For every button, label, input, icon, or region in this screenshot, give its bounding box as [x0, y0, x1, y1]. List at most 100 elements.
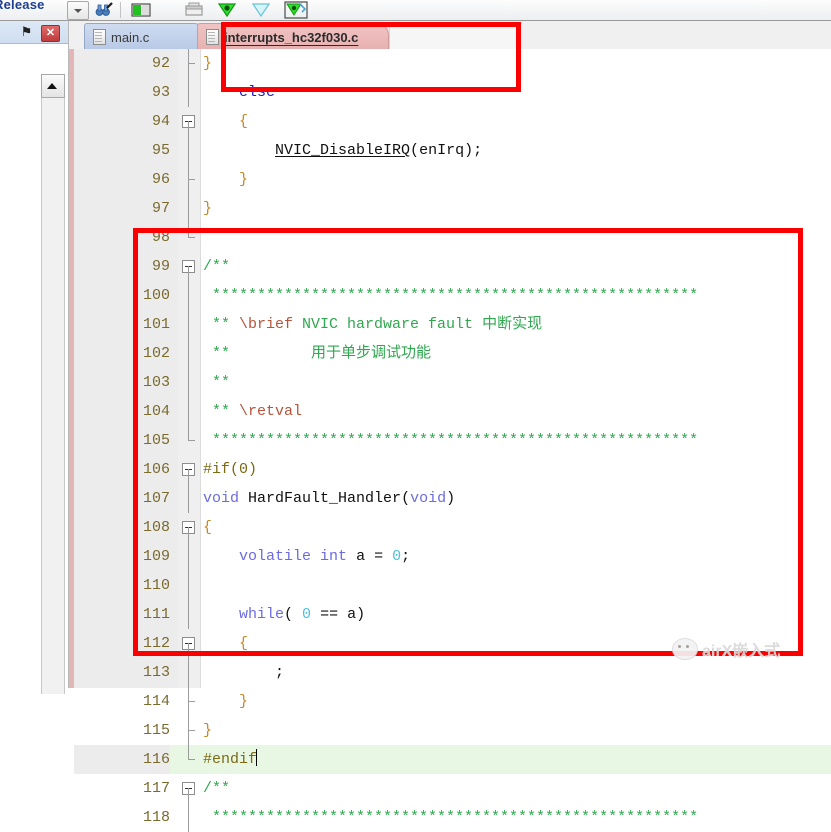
- file-icon: [206, 29, 219, 45]
- file-icon: [93, 29, 106, 45]
- code-line[interactable]: 103 **: [74, 368, 831, 397]
- tab-main-c[interactable]: main.c: [84, 23, 206, 50]
- line-number: 105: [142, 432, 170, 449]
- line-number: 102: [142, 345, 170, 362]
- line-number: 103: [142, 374, 170, 391]
- code-line[interactable]: 95 NVIC_DisableIRQ(enIrq);: [74, 136, 831, 165]
- fold-tree-line: [188, 136, 189, 165]
- code-text: ****************************************…: [203, 287, 699, 304]
- fold-tree-line: [188, 121, 189, 136]
- code-line[interactable]: 104 ** \retval: [74, 397, 831, 426]
- code-text: ****************************************…: [203, 432, 699, 449]
- configure-target-button[interactable]: [216, 1, 238, 19]
- toolbar: Release: [0, 0, 831, 21]
- fold-tree-line: [188, 803, 189, 832]
- code-text: volatile int a = 0;: [239, 548, 411, 565]
- fold-tree-tick: [188, 730, 195, 731]
- tab-strip-background: [517, 23, 831, 49]
- code-line[interactable]: 113 ;: [74, 658, 831, 687]
- code-line[interactable]: 114 }: [74, 687, 831, 716]
- code-text: {: [239, 113, 249, 130]
- target-options-dropdown[interactable]: [67, 1, 89, 20]
- code-text: }: [203, 722, 213, 739]
- code-editor[interactable]: 92} 93 else 94 {95 NVIC_DisableIRQ(enIrq);…: [69, 49, 831, 832]
- code-text: #if(0): [203, 461, 258, 478]
- code-line[interactable]: 97}: [74, 194, 831, 223]
- code-line[interactable]: 102 ** 用于单步调试功能: [74, 339, 831, 368]
- fold-tree-end: [188, 426, 195, 441]
- code-text: /**: [203, 258, 231, 275]
- line-number: 107: [142, 490, 170, 507]
- components-icon: [284, 1, 308, 19]
- pin-icon[interactable]: ⚑: [20, 25, 33, 39]
- line-number: 116: [74, 745, 170, 774]
- code-text: ;: [203, 664, 285, 681]
- manage-components-button[interactable]: [284, 1, 308, 19]
- code-line[interactable]: 111 while( 0 == a): [74, 600, 831, 629]
- line-number: 101: [142, 316, 170, 333]
- code-line[interactable]: 105 ************************************…: [74, 426, 831, 455]
- fold-tree-line: [188, 571, 189, 600]
- code-text: ** \retval: [203, 403, 303, 420]
- fold-tree-line: [188, 78, 189, 107]
- line-number: 115: [142, 722, 170, 739]
- target-selector-label: Release: [0, 0, 45, 12]
- code-line[interactable]: 109 volatile int a = 0;: [74, 542, 831, 571]
- fold-tree-tick: [188, 179, 195, 180]
- code-line[interactable]: 92}: [74, 49, 831, 78]
- fold-tree-line: [188, 527, 189, 542]
- vertical-scrollbar[interactable]: [41, 74, 65, 694]
- code-text: NVIC_DisableIRQ(enIrq);: [275, 142, 483, 159]
- fold-tree-tick: [188, 701, 195, 702]
- fold-tree-line: [188, 643, 189, 658]
- fold-tree-line: [188, 368, 189, 397]
- line-number: 114: [142, 693, 170, 710]
- fold-tree-tick: [188, 63, 195, 64]
- code-line[interactable]: 93 else: [74, 78, 831, 107]
- code-line[interactable]: 116 #endif: [74, 745, 831, 774]
- code-text: }: [239, 171, 249, 188]
- code-line[interactable]: 96 }: [74, 165, 831, 194]
- code-text: ** \brief NVIC hardware fault 中断实现: [203, 316, 543, 333]
- fold-tree-line: [188, 542, 189, 571]
- fold-tree-line: [188, 600, 189, 629]
- fold-tree-line: [188, 397, 189, 426]
- code-line[interactable]: 99 /**: [74, 252, 831, 281]
- code-line[interactable]: 98: [74, 223, 831, 252]
- code-lines-container[interactable]: 92} 93 else 94 {95 NVIC_DisableIRQ(enIrq);…: [74, 49, 831, 832]
- code-line[interactable]: 100 ************************************…: [74, 281, 831, 310]
- toolbar-empty-area: [317, 0, 831, 20]
- fold-tree-line: [188, 658, 189, 687]
- code-line[interactable]: 115}: [74, 716, 831, 745]
- project-dock-panel: ⚑ ✕: [0, 21, 69, 694]
- fold-tree-end: [188, 745, 195, 760]
- close-icon[interactable]: ✕: [41, 25, 60, 42]
- code-line[interactable]: 108 {: [74, 513, 831, 542]
- window-button[interactable]: [183, 1, 205, 19]
- code-line[interactable]: 106 #if(0): [74, 455, 831, 484]
- fold-tree-line: [188, 339, 189, 368]
- tab-interrupts-hc32f030-c[interactable]: interrupts_hc32f030.c: [197, 23, 389, 50]
- line-number: 106: [142, 461, 170, 478]
- editor-tab-strip: main.c interrupts_hc32f030.c: [69, 21, 831, 50]
- code-text: while( 0 == a): [239, 606, 366, 623]
- filter-button[interactable]: [250, 1, 272, 19]
- code-line[interactable]: 101 ** \brief NVIC hardware fault 中断实现: [74, 310, 831, 339]
- manage-project-items-button[interactable]: [130, 1, 152, 19]
- fold-tree-line: [188, 469, 189, 484]
- scroll-up-arrow-icon[interactable]: [41, 74, 65, 98]
- fold-tree-line: [188, 194, 189, 223]
- line-number: 92: [151, 55, 170, 72]
- code-line[interactable]: 118 ************************************…: [74, 803, 831, 832]
- line-number: 112: [142, 635, 170, 652]
- code-line[interactable]: 107 void HardFault_Handler(void): [74, 484, 831, 513]
- code-line[interactable]: 117 /**: [74, 774, 831, 803]
- binoculars-button[interactable]: [94, 1, 113, 19]
- wechat-logo-icon: [672, 638, 698, 660]
- line-number: 118: [142, 809, 170, 826]
- tab-label: interrupts_hc32f030.c: [224, 29, 359, 45]
- code-line[interactable]: 110: [74, 571, 831, 600]
- code-line[interactable]: 94 {: [74, 107, 831, 136]
- code-text: void HardFault_Handler(void): [203, 490, 456, 507]
- code-text: {: [239, 635, 249, 652]
